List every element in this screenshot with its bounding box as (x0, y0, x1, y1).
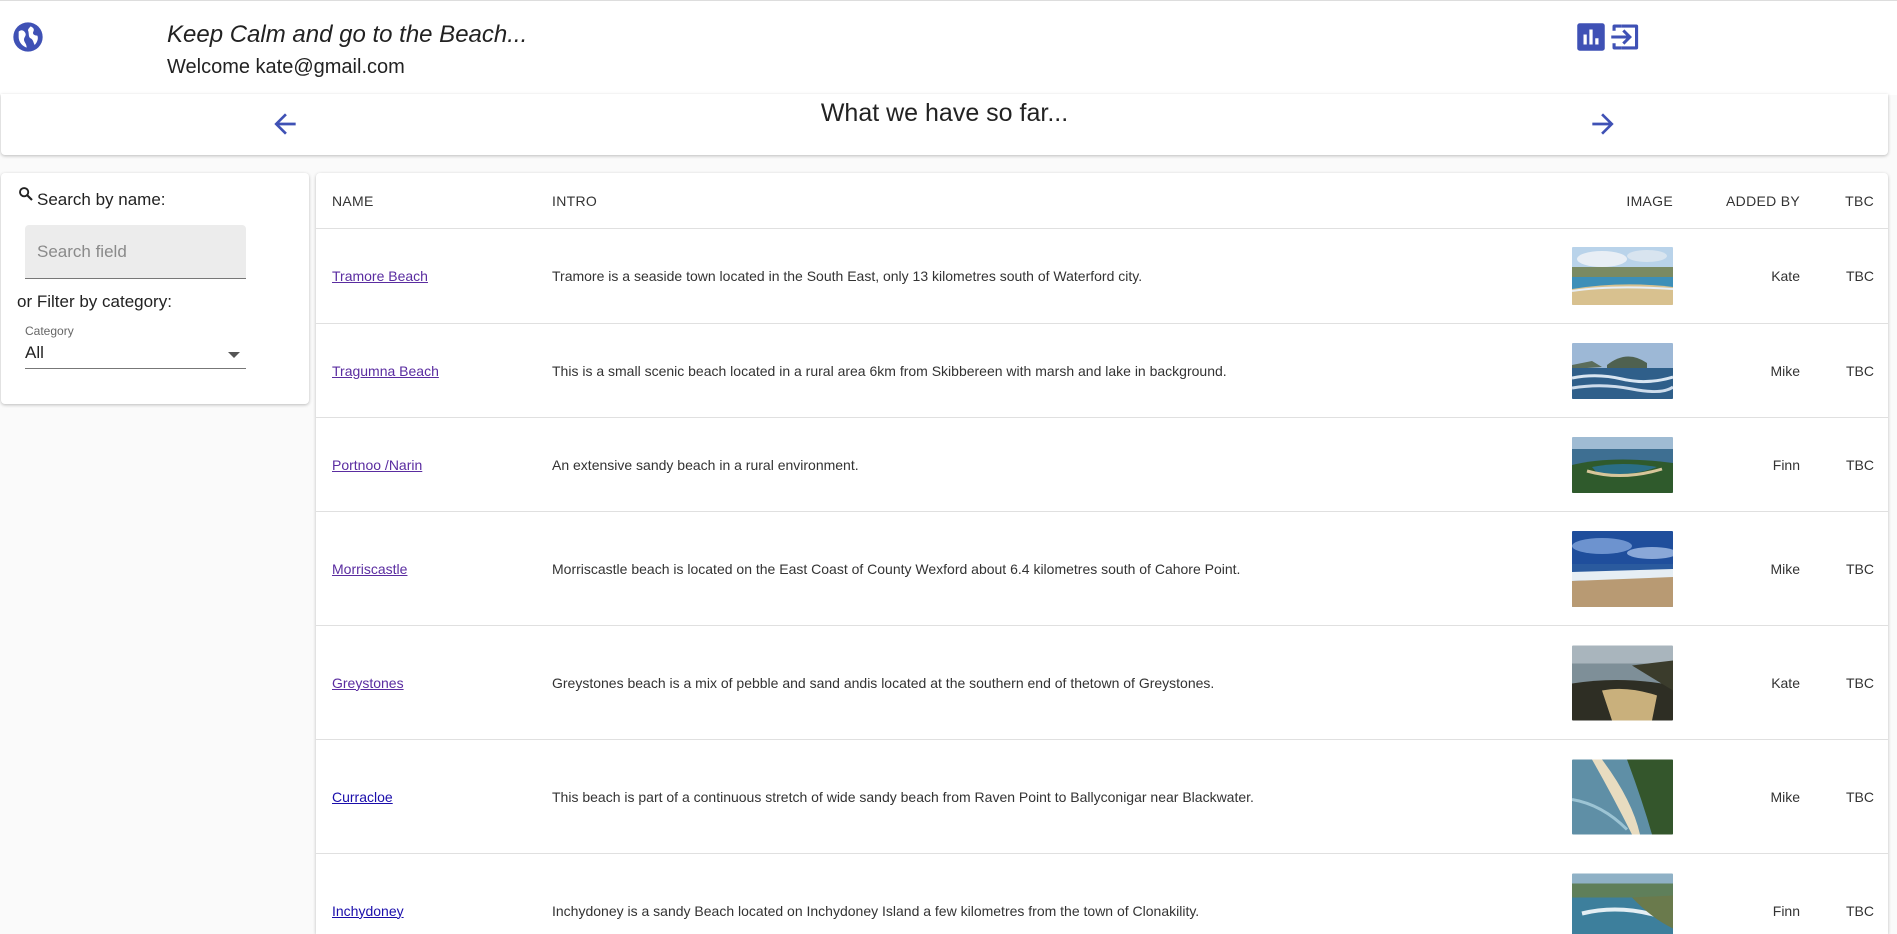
table-row[interactable]: Tragumna Beach This is a small scenic be… (316, 324, 1888, 418)
table-row[interactable]: Morriscastle Morriscastle beach is locat… (316, 512, 1888, 626)
beach-name-link[interactable]: Tragumna Beach (332, 363, 439, 379)
added-by: Finn (1772, 902, 1800, 919)
category-label: Category (25, 324, 74, 338)
beach-table: NAME INTRO IMAGE ADDED BY TBC Tramore Be… (316, 173, 1888, 934)
tbc-value: TBC (1846, 362, 1874, 379)
beach-name-link[interactable]: Greystones (332, 675, 404, 691)
table-row[interactable]: Greystones Greystones beach is a mix of … (316, 626, 1888, 740)
header-tbc[interactable]: TBC (1845, 193, 1874, 209)
bar-chart-icon[interactable] (1576, 22, 1606, 52)
beach-intro: Inchydoney is a sandy Beach located on I… (552, 902, 1200, 919)
nav-bar: What we have so far... (1, 94, 1888, 155)
table-row[interactable]: Curracloe This beach is part of a contin… (316, 740, 1888, 854)
search-input[interactable] (25, 225, 246, 279)
beach-image[interactable] (1572, 530, 1673, 607)
category-value: All (25, 343, 44, 362)
search-icon (19, 187, 33, 201)
added-by: Mike (1770, 362, 1800, 379)
beach-image[interactable] (1572, 759, 1673, 834)
header-intro[interactable]: INTRO (552, 193, 597, 209)
beach-image[interactable] (1572, 436, 1673, 493)
added-by: Kate (1771, 674, 1800, 691)
added-by: Mike (1770, 788, 1800, 805)
beach-name-link[interactable]: Inchydoney (332, 903, 404, 919)
header-name[interactable]: NAME (332, 193, 374, 209)
filter-label: or Filter by category: (17, 292, 172, 311)
added-by: Finn (1772, 456, 1800, 473)
tbc-value: TBC (1846, 268, 1874, 284)
beach-intro: Morriscastle beach is located on the Eas… (552, 560, 1241, 577)
welcome-text: Welcome kate@gmail.com (167, 56, 405, 78)
beach-image[interactable] (1572, 342, 1673, 399)
category-select[interactable]: All (25, 339, 246, 369)
tbc-value: TBC (1846, 902, 1874, 919)
beach-name-link[interactable]: Morriscastle (332, 561, 407, 577)
beach-image[interactable] (1572, 645, 1673, 720)
search-label: Search by name: (17, 187, 166, 210)
tbc-value: TBC (1846, 560, 1874, 577)
beach-intro: Tramore is a seaside town located in the… (552, 268, 1143, 284)
filter-panel: Search by name: or Filter by category: C… (1, 173, 309, 404)
beach-image[interactable] (1572, 247, 1673, 305)
beach-image[interactable] (1572, 873, 1673, 934)
table-header: NAME INTRO IMAGE ADDED BY TBC (316, 173, 1888, 229)
beach-name-link[interactable]: Curracloe (332, 789, 393, 805)
table-row[interactable]: Portnoo /Narin An extensive sandy beach … (316, 418, 1888, 512)
header-added-by[interactable]: ADDED BY (1726, 193, 1800, 209)
beach-intro: This beach is part of a continuous stret… (552, 788, 1254, 805)
globe-icon[interactable] (12, 21, 44, 53)
header-image[interactable]: IMAGE (1626, 193, 1673, 209)
beach-intro: An extensive sandy beach in a rural envi… (552, 456, 859, 473)
beach-name-link[interactable]: Tramore Beach (332, 268, 428, 284)
beach-name-link[interactable]: Portnoo /Narin (332, 457, 422, 473)
added-by: Kate (1771, 268, 1800, 284)
tbc-value: TBC (1846, 674, 1874, 691)
logout-icon[interactable] (1610, 22, 1640, 52)
app-header: Keep Calm and go to the Beach... Welcome… (0, 0, 1897, 95)
beach-intro: Greystones beach is a mix of pebble and … (552, 674, 1215, 691)
table-row[interactable]: Tramore Beach Tramore is a seaside town … (316, 229, 1888, 324)
chevron-down-icon (228, 352, 240, 358)
arrow-left-icon[interactable] (269, 108, 301, 140)
tbc-value: TBC (1846, 456, 1874, 473)
added-by: Mike (1770, 560, 1800, 577)
search-label-text: Search by name: (37, 190, 166, 209)
table-row[interactable]: Inchydoney Inchydoney is a sandy Beach l… (316, 854, 1888, 934)
arrow-right-icon[interactable] (1587, 108, 1619, 140)
beach-intro: This is a small scenic beach located in … (552, 362, 1227, 379)
tbc-value: TBC (1846, 788, 1874, 805)
app-title: Keep Calm and go to the Beach... (167, 21, 528, 48)
